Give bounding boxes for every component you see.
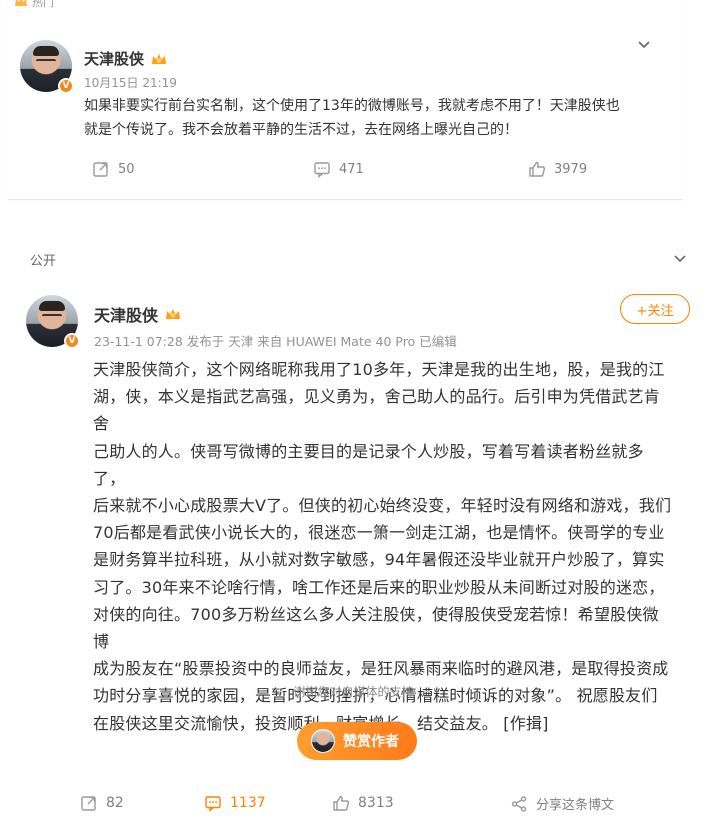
- hot-crown-icon: [15, 0, 27, 6]
- weibo-page: 热门 V 天津股侠 10月15日 21:19 如果非要实行前台实名制，这个使用了…: [0, 0, 707, 818]
- main-like-count: 8313: [358, 795, 394, 811]
- main-text-line: 己助人的人。侠哥写微博的主要目的是记录个人炒股，写着写着读者粉丝就多了，: [93, 441, 644, 488]
- main-text-line: 天津股侠简介，这个网络昵称我用了10多年，天津是我的出生地，股，是我的江: [93, 360, 665, 379]
- share-button[interactable]: 分享这条博文: [510, 794, 614, 813]
- share-icon: [511, 795, 527, 812]
- main-author-name[interactable]: 天津股侠: [94, 302, 158, 326]
- main-comment-count: 1137: [230, 795, 266, 811]
- main-text-line: 是财务算半拉科班，从小就对数字敏感，94年暑假还没毕业就开户炒股了，算实: [93, 550, 665, 570]
- main-comment-button[interactable]: 1137: [204, 794, 266, 812]
- main-repost-button[interactable]: 82: [80, 794, 124, 812]
- main-author-row: 天津股侠: [94, 302, 182, 326]
- vip-crown-icon: [152, 53, 167, 64]
- main-text-line: 习了。30年来不论啥行情，啥工作还是后来的职业炒股从未间断过对股的迷恋，: [93, 577, 665, 597]
- comment-count: 471: [339, 161, 364, 177]
- post-text: 如果非要实行前台实名制，这个使用了13年的微博账号，我就考虑不用了！天津股侠也 …: [84, 94, 664, 142]
- main-avatar[interactable]: V: [26, 295, 80, 349]
- comment-icon: [205, 796, 221, 812]
- repost-icon: [81, 796, 96, 811]
- post-text-line-1: 如果非要实行前台实名制，这个使用了13年的微博账号，我就考虑不用了！天津股侠也: [84, 98, 620, 114]
- post-text-line-2: 就是个传说了。我不会放着平静的生活不过，去在网络上曝光自己的！: [84, 122, 518, 138]
- chevron-down-icon[interactable]: [636, 36, 652, 52]
- main-verified-badge-icon: V: [64, 333, 80, 349]
- pin-tag: 热门: [14, 0, 54, 10]
- comment-button[interactable]: 471: [313, 160, 364, 178]
- reward-avatar: [311, 729, 335, 753]
- reward-label: 赞赏作者: [343, 734, 399, 750]
- author-name[interactable]: 天津股侠: [84, 48, 144, 69]
- thumbs-up-icon: [529, 161, 546, 177]
- main-text-line: 对侠的向往。700多万粉丝这么多人关注股侠，使得股侠受宠若惊！希望股侠微博: [93, 604, 659, 652]
- main-action-bar: 82 1137 8313 分享这条博文: [0, 790, 707, 818]
- main-text-line: 成为股友在“股票投资中的良师益友，是狂风暴雨来临时的避风港，是取得投资成: [93, 659, 669, 679]
- share-label: 分享这条博文: [536, 798, 615, 813]
- main-repost-count: 82: [106, 795, 124, 811]
- main-vip-crown-icon: [166, 309, 181, 319]
- like-count: 3979: [554, 161, 588, 177]
- post-timestamp[interactable]: 10月15日 21:19: [84, 74, 177, 91]
- author-row: 天津股侠: [84, 48, 168, 69]
- main-like-button[interactable]: 8313: [332, 794, 394, 812]
- like-button[interactable]: 3979: [528, 160, 587, 178]
- comment-icon: [314, 162, 330, 178]
- repost-count: 50: [118, 161, 135, 177]
- follow-button[interactable]: +关注: [620, 294, 690, 324]
- pin-label: 热门: [32, 0, 54, 9]
- repost-button[interactable]: 50: [92, 160, 135, 178]
- divider-dash: [277, 691, 284, 692]
- main-text-line: 后来就不小心成股票大V了。但侠的初心始终没变，年轻时没有网络和游戏，我们: [93, 496, 672, 516]
- main-text-line: 湖，侠，本义是指武艺高强，见义勇为，舍己助人的品行。后引申为凭借武艺肯舍: [93, 387, 661, 434]
- pinned-post-card: 热门 V 天津股侠 10月15日 21:19 如果非要实行前台实名制，这个使用了…: [8, 0, 682, 200]
- divider-dash: [423, 691, 430, 692]
- support-message: 谢谢您对自媒体的支持: [0, 683, 707, 700]
- support-text: 谢谢您对自媒体的支持: [293, 685, 414, 699]
- section-gap: [0, 201, 707, 231]
- repost-icon: [93, 162, 108, 177]
- thumbs-up-icon: [333, 795, 350, 811]
- reward-author-button[interactable]: 赞赏作者: [297, 722, 417, 760]
- section-chevron-down-icon[interactable]: [672, 250, 688, 266]
- verified-badge-icon: V: [58, 78, 74, 94]
- main-post-meta: 23-11-1 07:28 发布于 天津 来自 HUAWEI Mate 40 P…: [94, 334, 457, 349]
- top-action-bar: 50 471 3979: [8, 158, 682, 180]
- main-text-line: 70后都是看武侠小说长大的，很迷恋一箫一剑走江湖，也是情怀。侠哥学的专业: [93, 523, 665, 543]
- visibility-label: 公开: [30, 254, 57, 269]
- main-post-text: 天津股侠简介，这个网络昵称我用了10多年，天津是我的出生地，股，是我的江 湖，侠…: [93, 356, 673, 737]
- avatar[interactable]: V: [20, 40, 74, 94]
